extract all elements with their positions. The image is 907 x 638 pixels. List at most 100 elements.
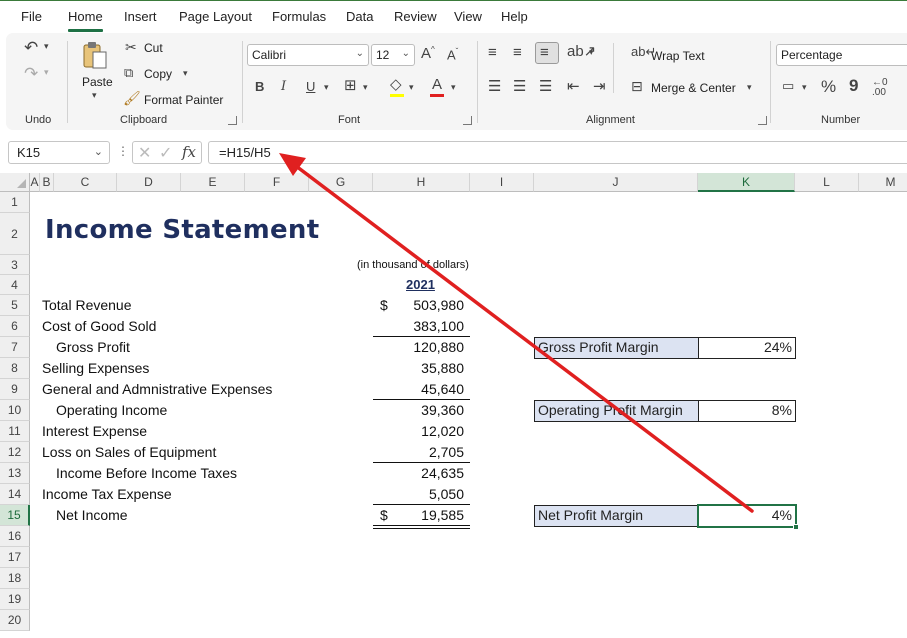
align-center-icon[interactable]: ☰ <box>513 79 526 94</box>
increase-font-size-icon[interactable]: A^ <box>421 46 435 62</box>
row-header-9[interactable]: 9 <box>0 379 30 400</box>
paste-icon[interactable] <box>81 41 109 71</box>
select-all-button[interactable] <box>0 173 30 192</box>
undo-icon[interactable]: ↶ <box>24 39 38 56</box>
underline-dropdown-icon[interactable]: ▾ <box>324 83 329 92</box>
italic-button[interactable]: I <box>281 80 286 93</box>
accounting-dropdown-icon[interactable]: ▾ <box>802 83 807 92</box>
menu-insert[interactable]: Insert <box>124 9 157 24</box>
row-header-13[interactable]: 13 <box>0 463 30 484</box>
accounting-format-icon[interactable]: ▭ <box>782 79 794 92</box>
merge-center-button[interactable]: Merge & Center <box>651 81 736 95</box>
row-header-19[interactable]: 19 <box>0 589 30 610</box>
column-header-i[interactable]: I <box>470 173 534 192</box>
menu-formulas[interactable]: Formulas <box>272 9 326 24</box>
row-header-7[interactable]: 7 <box>0 337 30 358</box>
row-header-20[interactable]: 20 <box>0 610 30 631</box>
row-header-15[interactable]: 15 <box>0 505 30 526</box>
column-header-f[interactable]: F <box>245 173 309 192</box>
copy-dropdown-icon[interactable]: ▾ <box>183 69 188 78</box>
font-size-select[interactable]: 12 ⌄ <box>371 44 415 66</box>
font-name-select[interactable]: Calibri ⌄ <box>247 44 369 66</box>
column-header-m[interactable]: M <box>859 173 907 192</box>
decrease-indent-icon[interactable]: ⇤ <box>567 79 580 94</box>
orientation-dropdown-icon[interactable]: ▾ <box>589 48 594 57</box>
column-header-b[interactable]: B <box>40 173 54 192</box>
enter-icon[interactable]: ✓ <box>159 143 172 163</box>
column-header-a[interactable]: A <box>30 173 40 192</box>
name-box[interactable]: K15 ⌄ <box>8 141 110 164</box>
row-header-16[interactable]: 16 <box>0 526 30 547</box>
more-options-icon[interactable]: ⋮ <box>117 144 129 158</box>
menu-page-layout[interactable]: Page Layout <box>179 9 252 24</box>
alignment-launcher-icon[interactable] <box>758 116 767 125</box>
align-left-icon[interactable]: ☰ <box>488 79 501 94</box>
comma-style-button[interactable]: 9 <box>849 77 858 94</box>
font-color-dropdown-icon[interactable]: ▾ <box>451 83 456 92</box>
formula-input[interactable]: =H15/H5 <box>208 141 907 164</box>
borders-icon[interactable]: ⊞ <box>344 78 357 93</box>
menu-file[interactable]: File <box>21 9 42 24</box>
row-header-14[interactable]: 14 <box>0 484 30 505</box>
row-header-2[interactable]: 2 <box>0 213 30 255</box>
number-format-select[interactable]: Percentage <box>776 44 907 66</box>
merge-center-dropdown-icon[interactable]: ▾ <box>747 83 752 92</box>
clipboard-launcher-icon[interactable] <box>228 116 237 125</box>
increase-indent-icon[interactable]: ⇥ <box>593 79 606 94</box>
percent-style-button[interactable]: % <box>821 78 836 95</box>
borders-dropdown-icon[interactable]: ▾ <box>363 83 368 92</box>
wrap-text-button[interactable]: Wrap Text <box>651 49 705 63</box>
scissors-icon[interactable]: ✂ <box>125 40 137 54</box>
menu-view[interactable]: View <box>454 9 482 24</box>
menu-review[interactable]: Review <box>394 9 437 24</box>
copy-icon[interactable]: ⧉ <box>124 66 133 79</box>
decrease-font-size-icon[interactable]: Aˇ <box>447 48 458 62</box>
row-header-17[interactable]: 17 <box>0 547 30 568</box>
format-painter-button[interactable]: Format Painter <box>144 93 223 107</box>
column-header-h[interactable]: H <box>373 173 470 192</box>
row-header-12[interactable]: 12 <box>0 442 30 463</box>
underline-button[interactable]: U <box>306 80 315 93</box>
format-painter-icon[interactable]: 🖌 <box>123 91 141 105</box>
ratio-value-operating-margin[interactable]: 8% <box>698 400 796 422</box>
redo-dropdown-icon[interactable]: ▾ <box>44 68 49 77</box>
menu-home[interactable]: Home <box>68 9 103 32</box>
row-header-8[interactable]: 8 <box>0 358 30 379</box>
bold-button[interactable]: B <box>255 80 264 93</box>
align-middle-icon[interactable]: ≡ <box>513 45 522 60</box>
fill-handle[interactable] <box>793 524 799 530</box>
font-launcher-icon[interactable] <box>463 116 472 125</box>
merge-center-icon[interactable]: ⊟ <box>631 79 643 93</box>
insert-function-icon[interactable]: fx <box>182 143 196 161</box>
row-header-1[interactable]: 1 <box>0 192 30 213</box>
increase-decimal-button[interactable]: ←0 .00 <box>872 78 898 98</box>
cancel-icon[interactable]: ✕ <box>138 143 151 163</box>
row-header-11[interactable]: 11 <box>0 421 30 442</box>
column-header-j[interactable]: J <box>534 173 698 192</box>
column-header-c[interactable]: C <box>54 173 117 192</box>
row-header-5[interactable]: 5 <box>0 295 30 316</box>
menu-data[interactable]: Data <box>346 9 373 24</box>
align-top-icon[interactable]: ≡ <box>488 45 497 60</box>
column-header-k[interactable]: K <box>698 173 795 192</box>
fill-color-dropdown-icon[interactable]: ▾ <box>409 83 414 92</box>
menu-help[interactable]: Help <box>501 9 528 24</box>
column-header-l[interactable]: L <box>795 173 859 192</box>
undo-dropdown-icon[interactable]: ▾ <box>44 42 49 51</box>
column-header-d[interactable]: D <box>117 173 181 192</box>
row-header-18[interactable]: 18 <box>0 568 30 589</box>
column-header-g[interactable]: G <box>309 173 373 192</box>
align-right-icon[interactable]: ☰ <box>539 79 552 94</box>
paste-dropdown-icon[interactable]: ▾ <box>92 91 97 100</box>
font-color-icon[interactable]: A <box>432 77 442 92</box>
paste-button[interactable]: Paste <box>82 75 113 89</box>
row-header-10[interactable]: 10 <box>0 400 30 421</box>
row-header-3[interactable]: 3 <box>0 255 30 275</box>
row-header-4[interactable]: 4 <box>0 275 30 295</box>
row-header-6[interactable]: 6 <box>0 316 30 337</box>
copy-button[interactable]: Copy <box>144 67 172 81</box>
fill-color-icon[interactable]: ◇ <box>390 77 402 92</box>
redo-icon[interactable]: ↷ <box>24 65 38 82</box>
column-header-e[interactable]: E <box>181 173 245 192</box>
ratio-value-gross-margin[interactable]: 24% <box>698 337 796 359</box>
